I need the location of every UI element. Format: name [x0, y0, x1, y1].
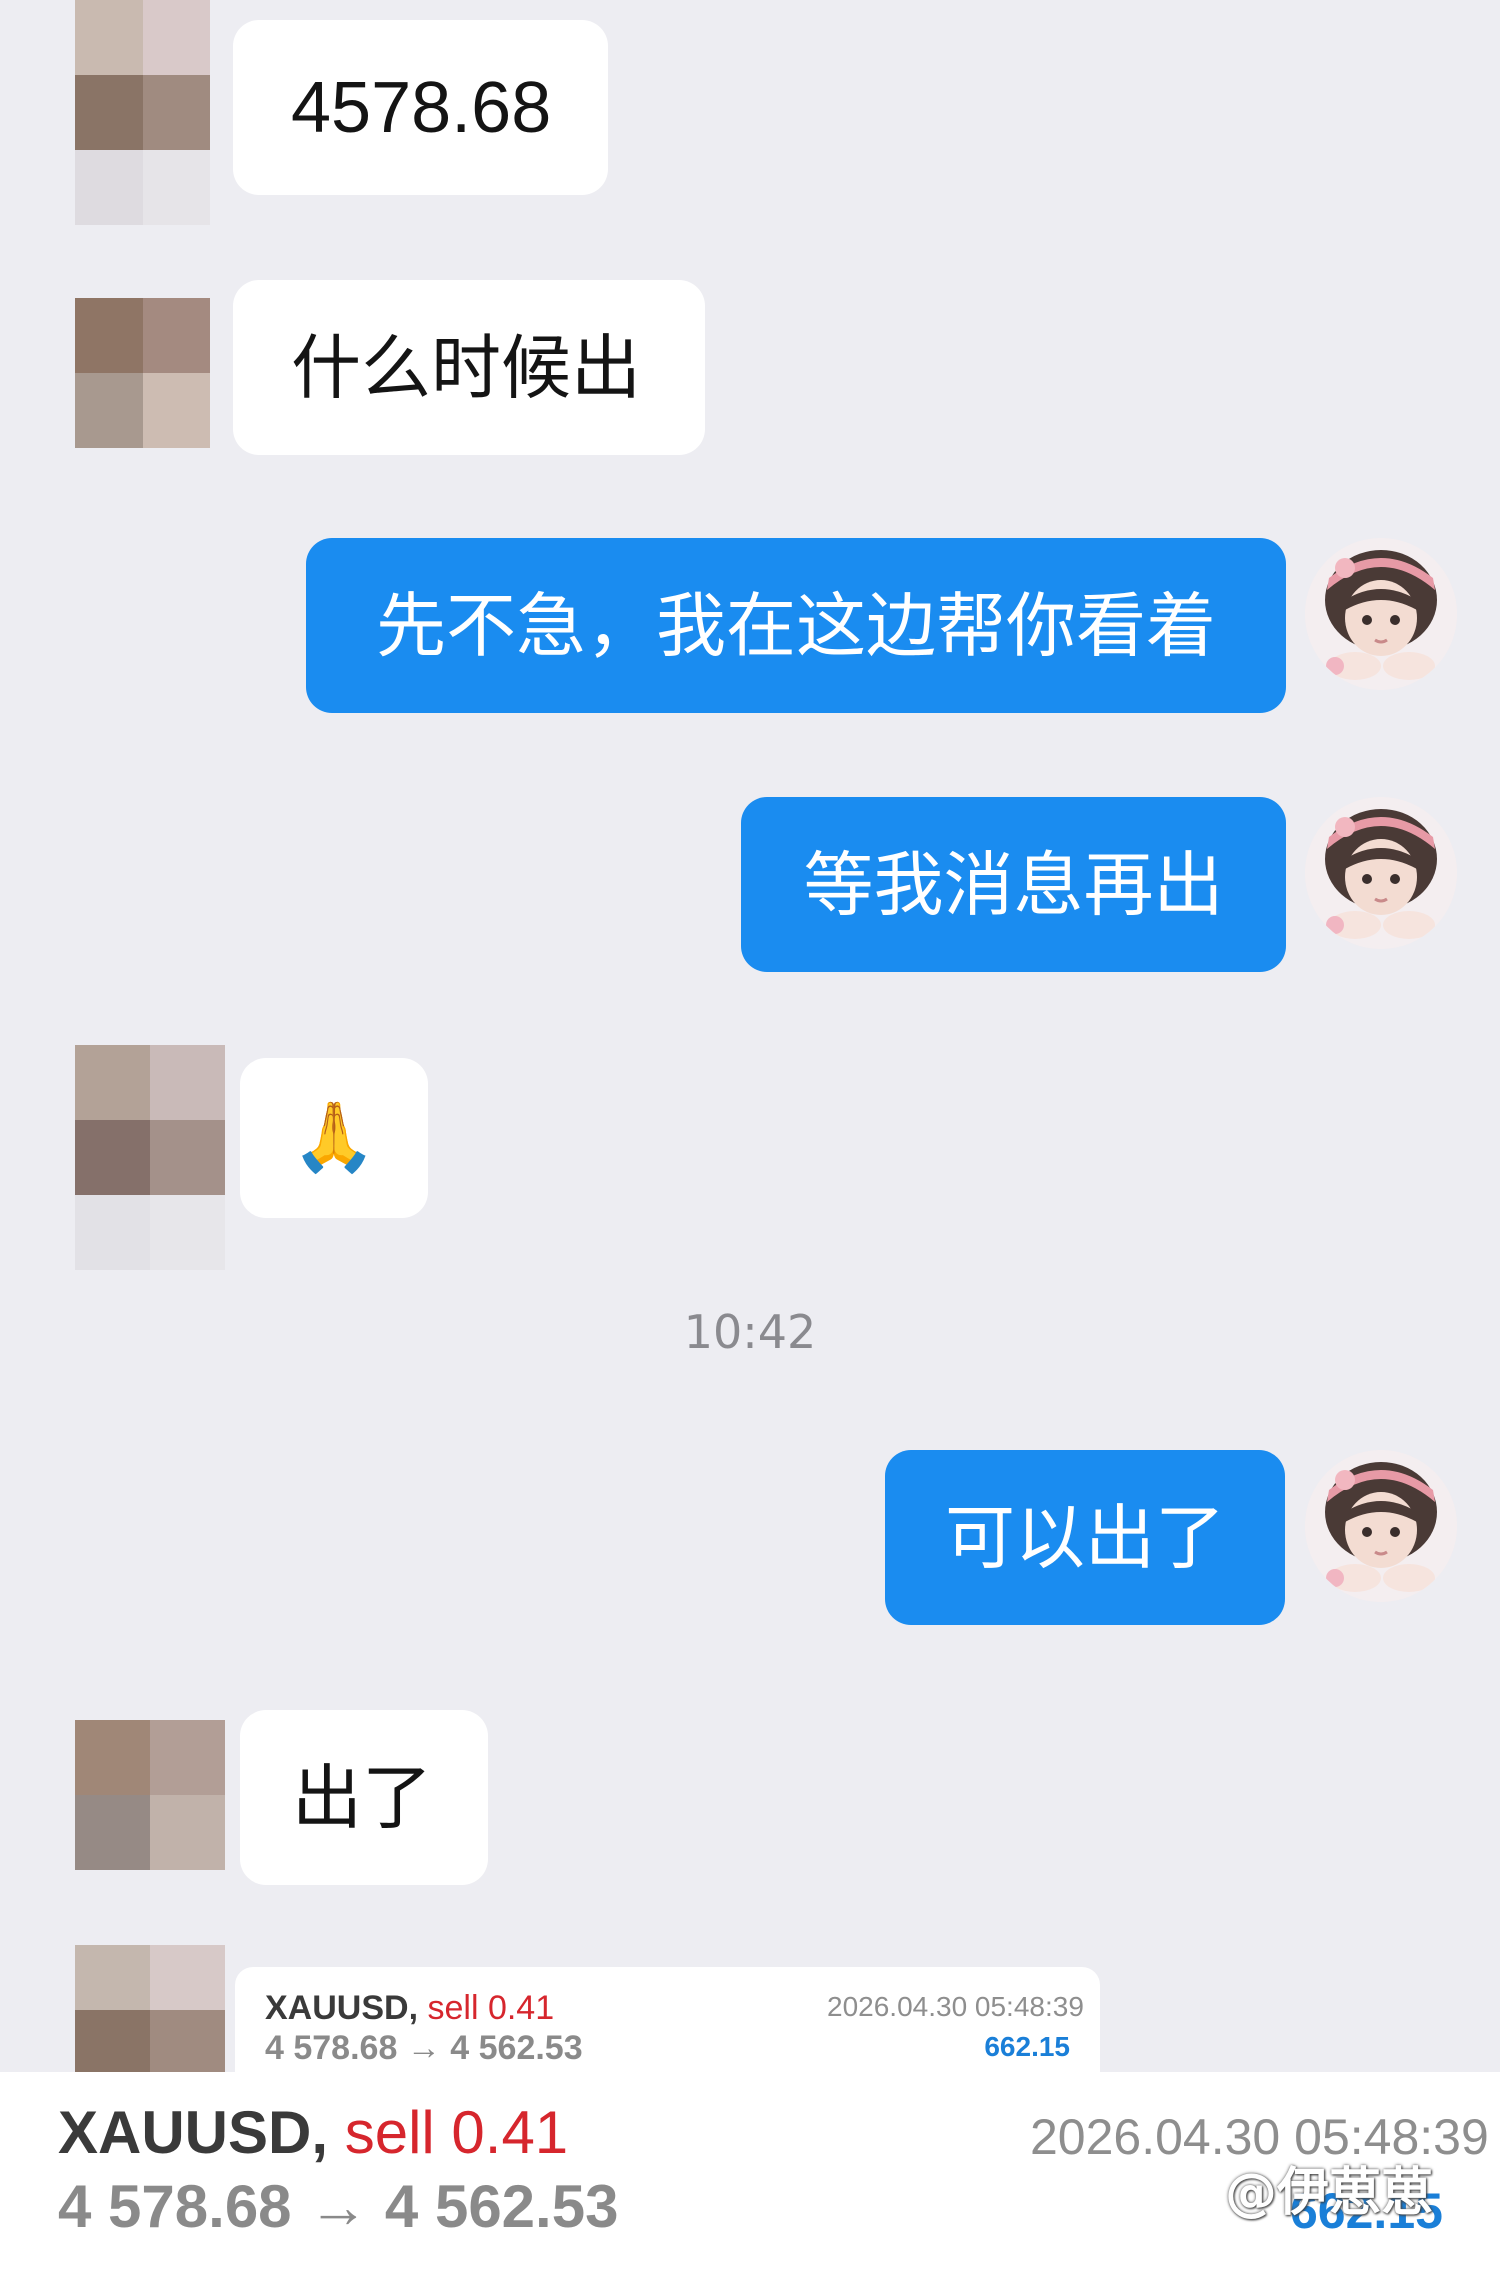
message-bubble-incoming[interactable]: 出了: [240, 1710, 488, 1885]
self-avatar[interactable]: [1305, 538, 1457, 690]
message-text: 出了: [292, 1756, 432, 1839]
trade-datetime: 2026.04.30 05:48:39: [827, 1991, 1084, 2022]
watermark-text: @伊葸葸: [1225, 2163, 1434, 2223]
price-close: 4 562.53: [384, 2173, 619, 2240]
trade-screenshot-card[interactable]: XAUUSD, sell 0.41 4 578.68 → 4 562.53 20…: [235, 1967, 1100, 2075]
price-open: 4 578.68: [265, 2029, 398, 2067]
message-text: 什么时候出: [291, 326, 641, 409]
trade-action: sell 0.41: [427, 1989, 555, 2027]
avatar-portrait-icon: [1305, 538, 1457, 690]
message-text: 可以出了: [945, 1496, 1225, 1579]
chat-timestamp: 10:42: [683, 1305, 817, 1359]
trade-symbol: XAUUSD,: [265, 1989, 419, 2027]
self-avatar[interactable]: [1305, 797, 1457, 949]
message-text: 等我消息再出: [803, 843, 1224, 926]
trade-symbol: XAUUSD,: [58, 2099, 329, 2166]
trade-profit: 662.15: [984, 2031, 1070, 2062]
contact-avatar-blurred[interactable]: [75, 1045, 225, 1270]
contact-avatar-blurred[interactable]: [75, 298, 210, 448]
message-bubble-incoming[interactable]: 什么时候出: [233, 280, 705, 455]
trade-action: sell 0.41: [344, 2099, 569, 2166]
trade-header: XAUUSD, sell 0.41: [265, 1989, 554, 2028]
avatar-portrait-icon: [1305, 1450, 1457, 1602]
trade-prices: 4 578.68 → 4 562.53: [265, 2029, 583, 2068]
message-bubble-incoming[interactable]: 4578.68: [233, 20, 608, 195]
message-bubble-incoming[interactable]: 🙏: [240, 1058, 428, 1218]
contact-avatar-blurred[interactable]: [75, 0, 210, 225]
self-avatar[interactable]: [1305, 1450, 1457, 1602]
message-text: 4578.68: [291, 67, 552, 148]
contact-avatar-blurred[interactable]: [75, 1720, 225, 1870]
message-bubble-outgoing[interactable]: 等我消息再出: [741, 797, 1286, 972]
price-open: 4 578.68: [58, 2173, 292, 2240]
contact-avatar-blurred[interactable]: [75, 1945, 225, 2075]
arrow-right-icon: →: [406, 2029, 441, 2067]
price-close: 4 562.53: [450, 2029, 583, 2067]
folded-hands-emoji: 🙏: [291, 1098, 377, 1177]
message-bubble-outgoing[interactable]: 先不急，我在这边帮你看着: [306, 538, 1286, 713]
trade-prices: 4 578.68 → 4 562.53: [58, 2172, 618, 2241]
avatar-portrait-icon: [1305, 797, 1457, 949]
trade-header: XAUUSD, sell 0.41: [58, 2098, 568, 2167]
message-bubble-outgoing[interactable]: 可以出了: [885, 1450, 1285, 1625]
arrow-right-icon: →: [308, 2173, 369, 2240]
message-text: 先不急，我在这边帮你看着: [376, 584, 1216, 667]
